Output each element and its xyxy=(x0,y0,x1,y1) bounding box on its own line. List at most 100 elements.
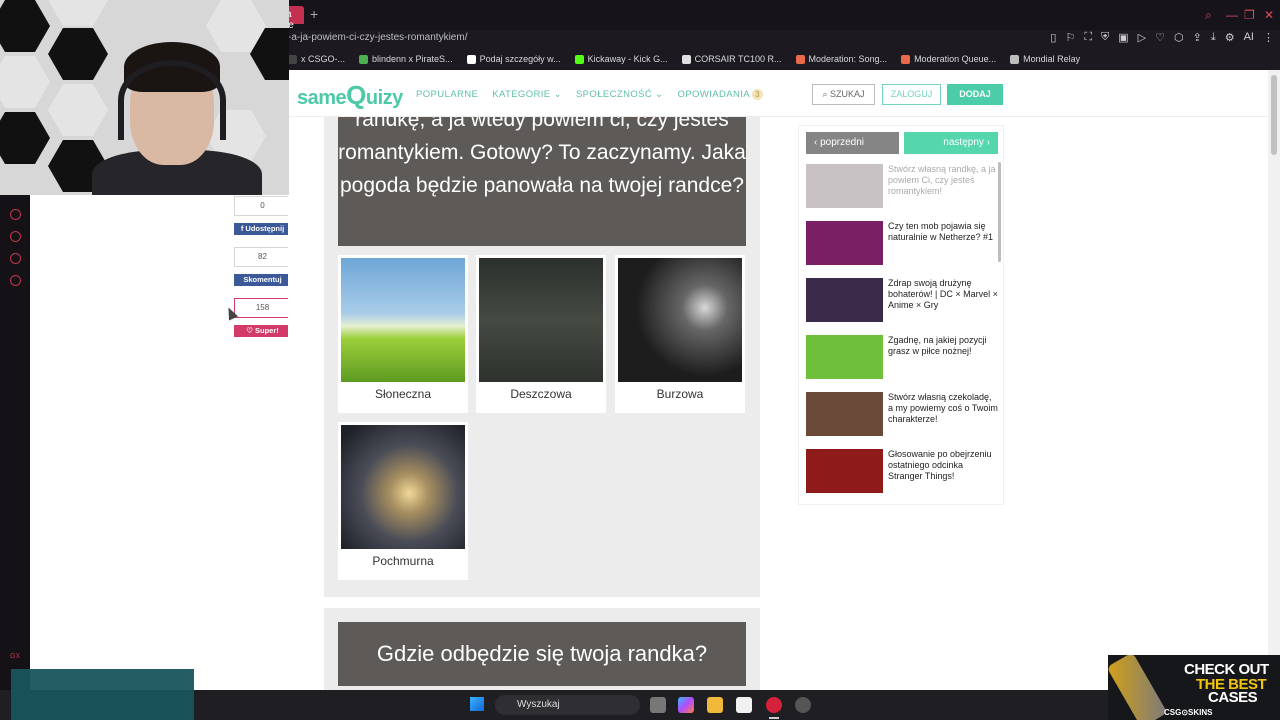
bookmark-item[interactable]: x CSGO-... xyxy=(288,54,345,64)
quiz-thumbnail xyxy=(806,278,883,322)
wallet-icon[interactable]: ▣ xyxy=(1118,31,1128,44)
bookmark-favicon-icon xyxy=(359,54,369,64)
bookmark-icon[interactable]: ⚐ xyxy=(1065,31,1075,44)
share-icon[interactable]: ⇪ xyxy=(1193,31,1202,44)
comment-button[interactable]: Skomentuj xyxy=(234,274,291,286)
bookmark-item[interactable]: Mondial Relay xyxy=(1010,54,1080,64)
stream-overlay-panel xyxy=(11,669,194,720)
snapshot-icon[interactable]: ⛶ xyxy=(1084,31,1092,44)
shield-icon[interactable]: ⛨ xyxy=(1101,31,1109,44)
extensions-sidebar-icon[interactable] xyxy=(10,253,21,264)
webcam-overlay xyxy=(0,0,289,195)
opera-gx-icon[interactable] xyxy=(766,697,782,713)
url-field[interactable]: -a-ja-powiem-ci-czy-jestes-romantykiem/ xyxy=(288,32,467,43)
next-button[interactable]: następny › xyxy=(904,132,998,154)
answer-label: Słoneczna xyxy=(374,387,432,401)
quiz-title: Zdrap swoją drużynę bohaterów! | DC × Ma… xyxy=(888,278,998,310)
download-icon[interactable]: ⤓ xyxy=(1211,31,1216,44)
headset xyxy=(118,60,226,140)
answer-sunny[interactable]: Słoneczna xyxy=(338,255,468,413)
play-icon[interactable]: ▷ xyxy=(1138,31,1146,44)
samequizy-logo[interactable]: sameQuizy xyxy=(297,80,403,111)
bookmark-label: Moderation: Song... xyxy=(808,54,888,64)
new-tab-button[interactable]: + xyxy=(310,6,318,22)
question-text: randkę, a ja wtedy powiem ci, czy jesteś… xyxy=(338,117,746,197)
site-header: sameQuizy POPULARNE KATEGORIE ⌄ SPOŁECZN… xyxy=(288,70,1268,117)
super-count: 158 xyxy=(234,298,291,318)
related-quiz-item[interactable]: Głosowanie po obejrzeniu ostatniego odci… xyxy=(806,449,996,495)
close-window-icon[interactable]: ✕ xyxy=(1264,8,1274,22)
search-tabs-icon[interactable]: ⌕ xyxy=(1205,8,1212,23)
previous-button[interactable]: ‹ poprzedni xyxy=(806,132,899,154)
file-explorer-icon[interactable] xyxy=(707,697,723,713)
quiz-thumbnail xyxy=(806,392,883,436)
history-icon[interactable] xyxy=(10,231,21,242)
bookmark-item[interactable]: Moderation: Song... xyxy=(795,54,888,64)
menu-icon[interactable]: ⋮ xyxy=(1263,31,1274,44)
page-scrollbar[interactable] xyxy=(1268,70,1280,690)
extensions-icon[interactable]: ⬡ xyxy=(1174,31,1184,44)
bookmark-label: CORSAIR TC100 R... xyxy=(694,54,782,64)
quiz-thumbnail xyxy=(806,335,883,379)
nav-stories[interactable]: OPOWIADANIA 3 xyxy=(678,89,764,100)
answer-rainy[interactable]: Deszczowa xyxy=(476,255,606,413)
extension-icons: ▯ ⚐ ⛶ ⛨ ▣ ▷ ♡ ⬡ ⇪ ⤓ ⚙ AI ⋮ xyxy=(1050,31,1274,44)
quiz-thumbnail xyxy=(806,449,883,493)
bookmark-favicon-icon xyxy=(681,54,691,64)
website: randkę, a ja wtedy powiem ci, czy jesteś… xyxy=(288,70,1268,690)
player-icon[interactable] xyxy=(10,209,21,220)
bookmark-item[interactable]: Kickaway - Kick G... xyxy=(574,54,668,64)
related-quiz-item[interactable]: Stwórz własną czekoladę, a my powiemy co… xyxy=(806,392,998,438)
login-button[interactable]: ZALOGUJ xyxy=(882,84,941,105)
answer-cloudy[interactable]: Pochmurna xyxy=(338,422,468,580)
bookmark-item[interactable]: CORSAIR TC100 R... xyxy=(681,54,782,64)
store-icon[interactable] xyxy=(736,697,752,713)
bookmark-item[interactable]: blindenn x PirateS... xyxy=(359,54,453,64)
settings-icon[interactable]: ⚙ xyxy=(1225,31,1235,44)
nav-categories[interactable]: KATEGORIE ⌄ xyxy=(492,89,562,100)
answer-image xyxy=(341,425,465,549)
search-button[interactable]: ⌕ SZUKAJ xyxy=(812,84,875,105)
minimize-icon[interactable]: — xyxy=(1226,8,1238,22)
bookmark-label: x CSGO-... xyxy=(301,54,346,64)
start-button[interactable] xyxy=(470,697,484,711)
bookmark-favicon-icon xyxy=(288,54,297,64)
nav-popular[interactable]: POPULARNE xyxy=(416,89,478,100)
share-label: Udostępnij xyxy=(245,224,285,233)
quiz-title: Głosowanie po obejrzeniu ostatniego odci… xyxy=(888,449,992,481)
heart-icon[interactable]: ♡ xyxy=(1155,31,1165,44)
taskbar-search[interactable]: Wyszukaj xyxy=(495,695,640,715)
bookmark-favicon-icon xyxy=(795,54,805,64)
panel-scrollbar[interactable] xyxy=(998,162,1001,262)
heart-icon: ♡ xyxy=(246,326,256,335)
restore-icon[interactable]: ❐ xyxy=(1244,8,1255,22)
quiz-title: Czy ten mob pojawia się naturalnie w Net… xyxy=(888,221,994,242)
add-button[interactable]: DODAJ xyxy=(947,84,1003,105)
ai-button[interactable]: AI xyxy=(1244,31,1254,44)
answer-label: Pochmurna xyxy=(372,554,434,568)
search-icon: ⌕ xyxy=(822,89,831,99)
super-label: Super! xyxy=(255,326,279,335)
related-quiz-item[interactable]: Stwórz własną randkę, a ja powiem Ci, cz… xyxy=(806,164,996,210)
facebook-share-button[interactable]: f Udostępnij xyxy=(234,223,291,235)
ad-brand: CSG⊙SKINS xyxy=(1164,708,1213,717)
share-count: 0 xyxy=(234,196,291,216)
csgoskins-ad[interactable]: CHECK OUT THE BEST CASES CSG⊙SKINS xyxy=(1108,655,1280,720)
answer-stormy[interactable]: Burzowa xyxy=(615,255,745,413)
related-quiz-item[interactable]: Czy ten mob pojawia się naturalnie w Net… xyxy=(806,221,996,267)
copilot-icon[interactable] xyxy=(678,697,694,713)
task-view-icon[interactable] xyxy=(650,697,666,713)
previous-label: poprzedni xyxy=(820,137,865,148)
related-quiz-item[interactable]: Zdrap swoją drużynę bohaterów! | DC × Ma… xyxy=(806,278,998,324)
related-quiz-item[interactable]: Zgadnę, na jakiej pozycji grasz w piłce … xyxy=(806,335,996,381)
question-box: randkę, a ja wtedy powiem ci, czy jesteś… xyxy=(338,117,746,246)
nav-community[interactable]: SPOŁECZNOŚĆ ⌄ xyxy=(576,89,664,100)
super-button[interactable]: ♡ Super! xyxy=(234,325,291,337)
page-scrollbar-thumb[interactable] xyxy=(1271,75,1277,155)
settings-sidebar-icon[interactable] xyxy=(10,275,21,286)
sidebar-toggle-icon[interactable]: ▯ xyxy=(1050,31,1056,44)
bookmark-item[interactable]: Podaj szczegóły w... xyxy=(466,54,561,64)
bookmark-item[interactable]: Moderation Queue... xyxy=(901,54,996,64)
steam-icon[interactable] xyxy=(795,697,811,713)
answer-image xyxy=(479,258,603,382)
